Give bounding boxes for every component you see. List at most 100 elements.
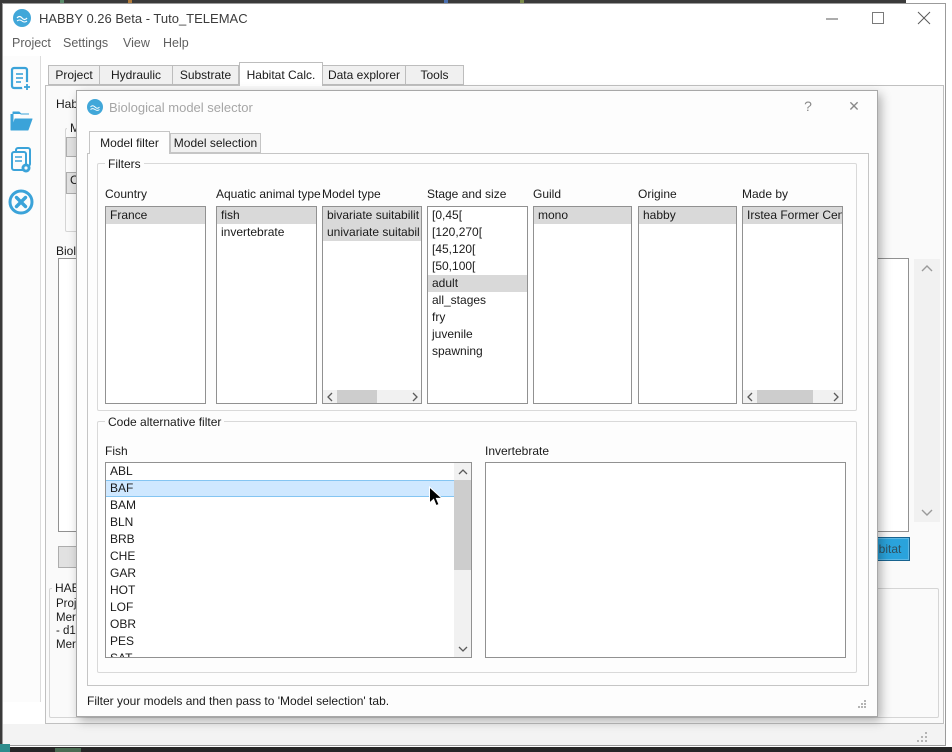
menu-help[interactable]: Help bbox=[163, 36, 189, 50]
model-type-label: Model type bbox=[322, 187, 381, 201]
project-properties-icon[interactable] bbox=[8, 146, 35, 176]
models-list-fragment[interactable] bbox=[877, 258, 909, 532]
habby-logo-icon bbox=[13, 9, 31, 27]
desktop-edge-top bbox=[0, 0, 906, 3]
minimize-button[interactable] bbox=[815, 6, 849, 30]
guild-list[interactable]: mono bbox=[533, 206, 632, 404]
list-item[interactable]: ABL bbox=[106, 463, 454, 480]
list-item[interactable]: BAM bbox=[106, 497, 454, 514]
list-item[interactable]: all_stages bbox=[428, 292, 527, 309]
scroll-left-icon[interactable] bbox=[323, 390, 336, 403]
country-list[interactable]: France bbox=[105, 206, 206, 404]
tab-hydraulic[interactable]: Hydraulic bbox=[100, 65, 173, 85]
list-item[interactable]: [120,270[ bbox=[428, 224, 527, 241]
list-item[interactable]: SAT bbox=[106, 650, 454, 658]
list-item[interactable]: univariate suitabil bbox=[323, 224, 421, 241]
toolbar bbox=[3, 56, 41, 702]
list-item[interactable]: habby bbox=[639, 207, 736, 224]
made-by-label: Made by bbox=[742, 187, 788, 201]
scroll-down-icon[interactable] bbox=[454, 640, 471, 657]
country-label: Country bbox=[105, 187, 147, 201]
background-button-fragment[interactable] bbox=[58, 546, 78, 568]
animal-type-label: Aquatic animal type bbox=[216, 187, 321, 201]
list-item[interactable]: [50,100[ bbox=[428, 258, 527, 275]
scroll-right-icon[interactable] bbox=[829, 390, 842, 403]
list-item[interactable]: bivariate suitabilit bbox=[323, 207, 421, 224]
scrollbar-thumb[interactable] bbox=[757, 390, 813, 403]
fish-label: Fish bbox=[105, 444, 128, 458]
tab-tools[interactable]: Tools bbox=[406, 65, 464, 85]
desktop-pixel bbox=[444, 0, 448, 3]
title-bar[interactable]: HABBY 0.26 Beta - Tuto_TELEMAC bbox=[3, 4, 945, 32]
tab-project[interactable]: Project bbox=[48, 65, 100, 85]
open-project-icon[interactable] bbox=[8, 106, 35, 136]
list-item[interactable]: HOT bbox=[106, 582, 454, 599]
horizontal-scrollbar[interactable] bbox=[323, 390, 421, 403]
main-vertical-scrollbar[interactable] bbox=[914, 259, 940, 522]
list-item[interactable]: CHE bbox=[106, 548, 454, 565]
scrollbar-thumb[interactable] bbox=[454, 480, 471, 570]
list-item[interactable]: invertebrate bbox=[217, 224, 316, 241]
scroll-right-icon[interactable] bbox=[408, 390, 421, 403]
dialog-resize-grip[interactable] bbox=[857, 696, 867, 714]
origine-label: Origine bbox=[638, 187, 677, 201]
window-title: HABBY 0.26 Beta - Tuto_TELEMAC bbox=[39, 11, 248, 26]
horizontal-scrollbar[interactable] bbox=[743, 390, 842, 403]
menu-bar: Project Settings View Help bbox=[3, 32, 945, 56]
list-item[interactable]: BAF bbox=[106, 480, 454, 497]
list-item[interactable]: GAR bbox=[106, 565, 454, 582]
list-item[interactable]: [0,45[ bbox=[428, 207, 527, 224]
window-resize-grip[interactable] bbox=[917, 730, 929, 748]
menu-settings[interactable]: Settings bbox=[63, 36, 108, 50]
model-type-list[interactable]: bivariate suitabilitunivariate suitabil bbox=[322, 206, 422, 404]
list-item[interactable]: mono bbox=[534, 207, 631, 224]
list-item[interactable]: PES bbox=[106, 633, 454, 650]
tab-substrate[interactable]: Substrate bbox=[173, 65, 239, 85]
list-item[interactable]: juvenile bbox=[428, 326, 527, 343]
menu-project[interactable]: Project bbox=[12, 36, 51, 50]
close-project-icon[interactable] bbox=[8, 188, 35, 218]
dialog-close-button[interactable]: ✕ bbox=[839, 93, 869, 119]
stage-size-list[interactable]: [0,45[[120,270[[45,120[[50,100[adultall_… bbox=[427, 206, 528, 404]
desktop-corner-accent bbox=[0, 744, 10, 752]
list-item[interactable]: Irstea Former Cen bbox=[743, 207, 842, 224]
scrollbar-thumb[interactable] bbox=[337, 390, 377, 403]
list-item[interactable]: LOF bbox=[106, 599, 454, 616]
list-item[interactable]: OBR bbox=[106, 616, 454, 633]
dialog-help-button[interactable]: ? bbox=[793, 93, 823, 119]
fish-vertical-scrollbar[interactable] bbox=[454, 463, 471, 657]
biological-list-fragment[interactable] bbox=[58, 258, 78, 532]
maximize-button[interactable] bbox=[861, 6, 895, 30]
tab-habitat-calc[interactable]: Habitat Calc. bbox=[239, 62, 323, 86]
origine-list[interactable]: habby bbox=[638, 206, 737, 404]
scroll-up-icon[interactable] bbox=[454, 463, 471, 480]
animal-type-list[interactable]: fishinvertebrate bbox=[216, 206, 317, 404]
list-item[interactable]: adult bbox=[428, 275, 527, 292]
scroll-up-icon bbox=[921, 265, 933, 273]
list-item[interactable]: BRB bbox=[106, 531, 454, 548]
invertebrate-label: Invertebrate bbox=[485, 444, 549, 458]
desktop-pixel bbox=[60, 0, 64, 3]
new-project-icon[interactable] bbox=[8, 66, 35, 96]
main-status-bar bbox=[3, 724, 945, 745]
code-filter-group-label: Code alternative filter bbox=[105, 415, 224, 429]
list-item[interactable]: France bbox=[106, 207, 205, 224]
list-item[interactable]: fry bbox=[428, 309, 527, 326]
dialog-title: Biological model selector bbox=[109, 100, 253, 115]
list-item[interactable]: [45,120[ bbox=[428, 241, 527, 258]
tab-model-selection[interactable]: Model selection bbox=[170, 133, 261, 153]
made-by-list[interactable]: Irstea Former Cen bbox=[742, 206, 843, 404]
biological-model-selector-dialog: Biological model selector ? ✕ Model filt… bbox=[76, 90, 878, 717]
tab-data-explorer[interactable]: Data explorer bbox=[323, 65, 406, 85]
invertebrate-list[interactable] bbox=[485, 462, 846, 658]
list-item[interactable]: spawning bbox=[428, 343, 527, 360]
desktop-pixel bbox=[520, 0, 524, 3]
filters-group-label: Filters bbox=[105, 157, 144, 171]
list-item[interactable]: BLN bbox=[106, 514, 454, 531]
tab-model-filter[interactable]: Model filter bbox=[89, 131, 170, 154]
fish-list[interactable]: ABLBAFBAMBLNBRBCHEGARHOTLOFOBRPESSAT bbox=[105, 462, 472, 658]
list-item[interactable]: fish bbox=[217, 207, 316, 224]
menu-view[interactable]: View bbox=[123, 36, 150, 50]
close-button[interactable] bbox=[907, 6, 941, 30]
scroll-left-icon[interactable] bbox=[743, 390, 756, 403]
